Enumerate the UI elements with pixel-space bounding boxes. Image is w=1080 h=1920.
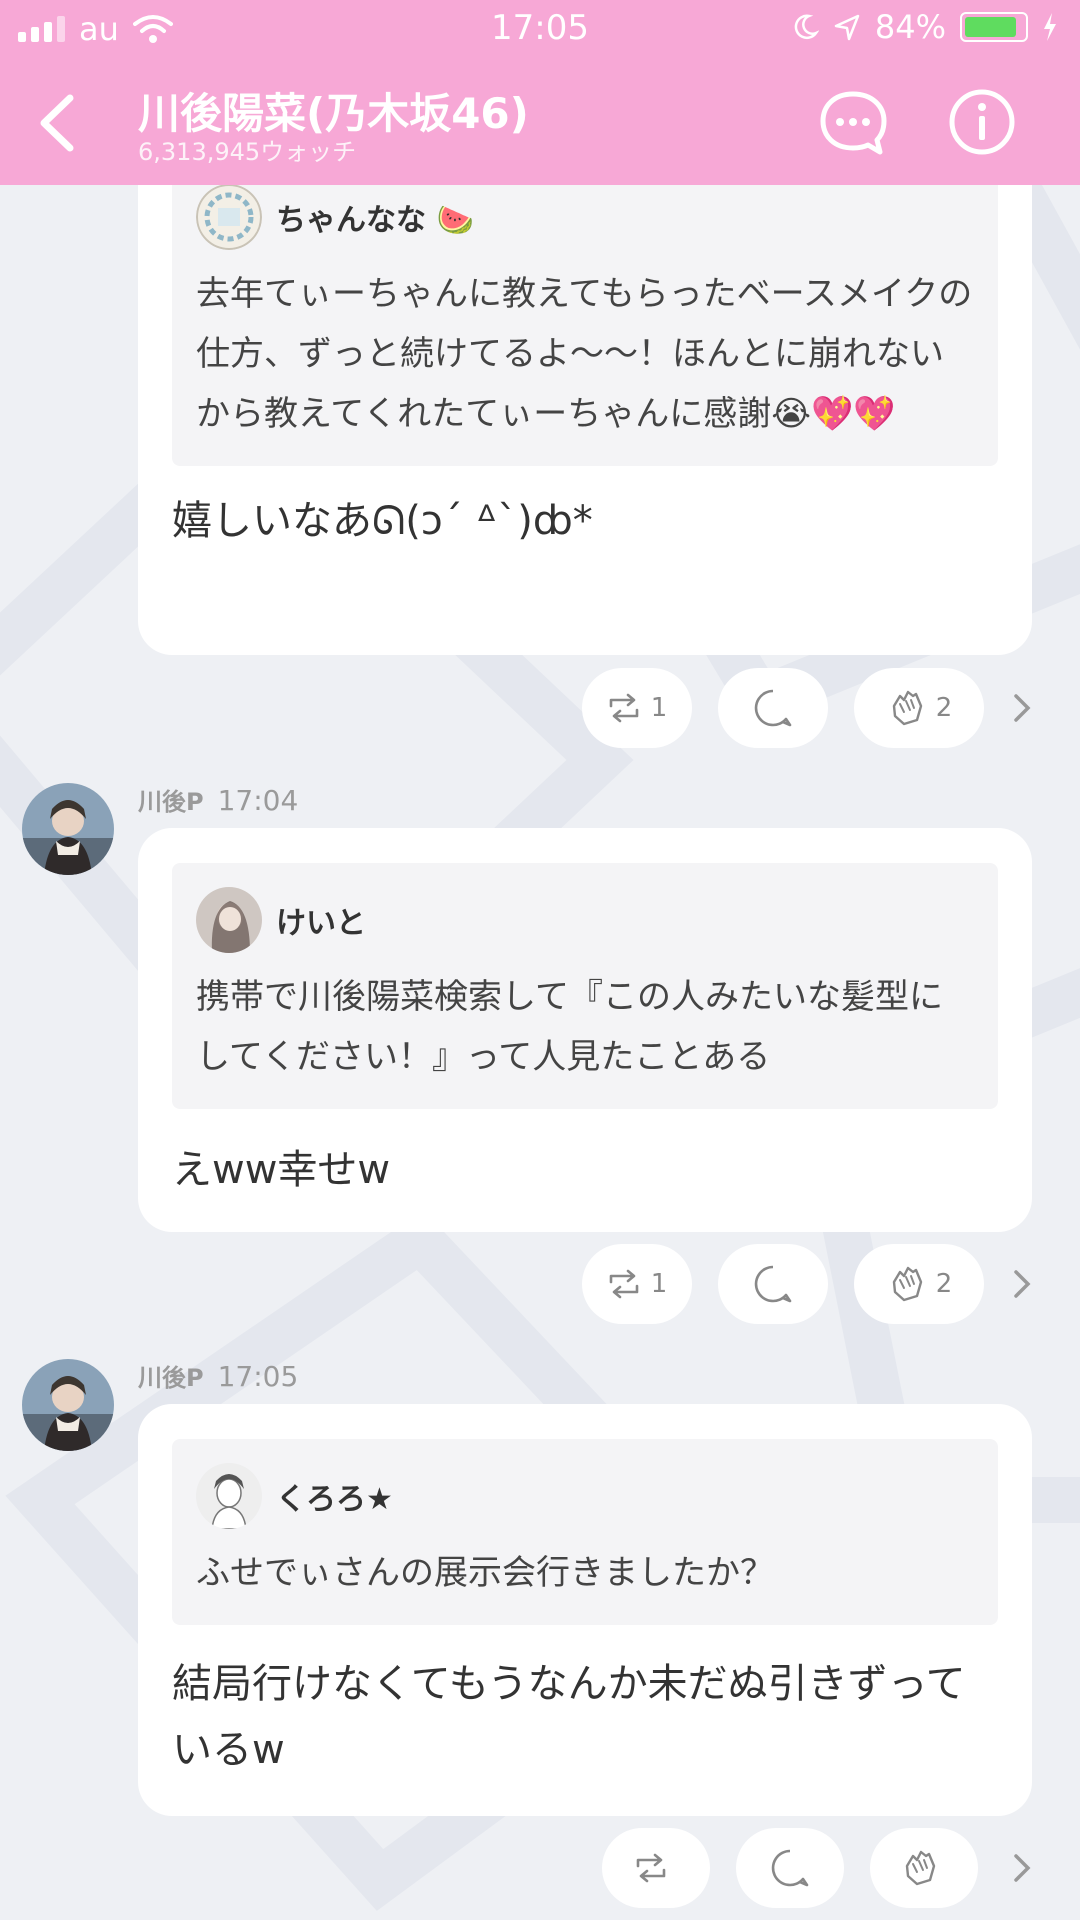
- author-name: 川後P: [138, 1364, 204, 1392]
- questioner-name: けいと: [276, 906, 366, 941]
- questioner-name: ちゃんなな 🍉: [276, 203, 474, 238]
- post-time: 17:05: [217, 1360, 299, 1393]
- clap-count: 2: [935, 693, 953, 723]
- questioner-avatar: [196, 887, 262, 953]
- watch-count: 6,313,945ウォッチ: [138, 138, 357, 166]
- reply-text: 嬉しいなあᘏ(ɔ´ ᐞ`)ȸ*: [172, 498, 593, 544]
- post-meta: 川後P 17:05: [138, 1358, 298, 1393]
- clap-button[interactable]: [870, 1828, 978, 1908]
- author-name: 川後P: [138, 788, 204, 816]
- post-actions: [602, 1828, 978, 1908]
- clap-icon: [905, 1850, 936, 1886]
- comment-button[interactable]: [718, 1244, 828, 1324]
- clap-icon: [892, 1266, 922, 1302]
- repost-button[interactable]: [602, 1828, 710, 1908]
- questioner-avatar: [196, 1463, 262, 1529]
- questioner-avatar: [196, 184, 262, 250]
- post-card: くろろ★ ふせでぃさんの展示会行きましたか？ 結局行けなくてもうなんか未だぬ引き…: [138, 1404, 1032, 1816]
- reply-text: えww幸せw: [172, 1147, 391, 1193]
- navigation-bar: 川後陽菜(乃木坂46) 6,313,945ウォッチ: [0, 60, 1080, 185]
- moon-icon: [794, 14, 819, 40]
- chat-bubble-icon[interactable]: [818, 88, 888, 158]
- battery-icon: [960, 12, 1028, 42]
- questioner-name: くろろ★: [276, 1482, 393, 1517]
- repost-button[interactable]: 1: [582, 1244, 692, 1324]
- comment-button[interactable]: [736, 1828, 844, 1908]
- post-actions: 1 2: [582, 1244, 984, 1324]
- post-meta: 川後P 17:04: [138, 782, 298, 817]
- top-bar: au 17:05 84% 川後陽菜(乃木坂46) 6,313,945ウォッチ: [0, 0, 1080, 185]
- battery-percent: 84%: [874, 8, 946, 46]
- repost-icon: [609, 1269, 639, 1299]
- repost-icon: [636, 1853, 666, 1883]
- clap-button[interactable]: 2: [854, 1244, 984, 1324]
- info-icon[interactable]: [948, 88, 1016, 156]
- repost-count: 1: [650, 693, 668, 723]
- back-arrow-icon[interactable]: [28, 88, 88, 158]
- post-time: 17:04: [217, 784, 299, 817]
- clap-count: 2: [935, 1269, 953, 1299]
- chevron-right-icon[interactable]: [1008, 688, 1036, 728]
- comment-icon: [754, 689, 792, 727]
- author-avatar[interactable]: [22, 1359, 114, 1451]
- quoted-question: くろろ★ ふせでぃさんの展示会行きましたか？: [172, 1439, 998, 1625]
- question-text: 去年てぃーちゃんに教えてもらったベースメイクの仕方、ずっと続けてるよ〜〜！ほんと…: [196, 274, 973, 434]
- post-card: けいと 携帯で川後陽菜検索して『この人みたいな髪型にしてください！』って人見たこ…: [138, 828, 1032, 1232]
- question-text: ふせでぃさんの展示会行きましたか？: [196, 1553, 774, 1593]
- post-actions: 1 2: [582, 668, 984, 748]
- reply-text: 結局行けなくてもうなんか未だぬ引きずっているw: [172, 1661, 966, 1773]
- chevron-right-icon[interactable]: [1008, 1848, 1036, 1888]
- quoted-question: けいと 携帯で川後陽菜検索して『この人みたいな髪型にしてください！』って人見たこ…: [172, 863, 998, 1109]
- clap-button[interactable]: 2: [854, 668, 984, 748]
- comment-icon: [754, 1265, 792, 1303]
- author-avatar[interactable]: [22, 783, 114, 875]
- chevron-right-icon[interactable]: [1008, 1264, 1036, 1304]
- question-text: 携帯で川後陽菜検索して『この人みたいな髪型にしてください！』って人見たことある: [196, 977, 943, 1077]
- repost-button[interactable]: 1: [582, 668, 692, 748]
- comment-icon: [771, 1849, 809, 1887]
- repost-count: 1: [650, 1269, 668, 1299]
- location-icon: [834, 14, 860, 41]
- post-card: ちゃんなな 🍉 去年てぃーちゃんに教えてもらったベースメイクの仕方、ずっと続けて…: [138, 150, 1032, 655]
- charging-icon: [1044, 13, 1056, 41]
- status-bar: au 17:05 84%: [0, 0, 1080, 60]
- comment-button[interactable]: [718, 668, 828, 748]
- quoted-question: ちゃんなな 🍉 去年てぃーちゃんに教えてもらったベースメイクの仕方、ずっと続けて…: [172, 150, 998, 466]
- repost-icon: [609, 693, 639, 723]
- clap-icon: [892, 690, 922, 726]
